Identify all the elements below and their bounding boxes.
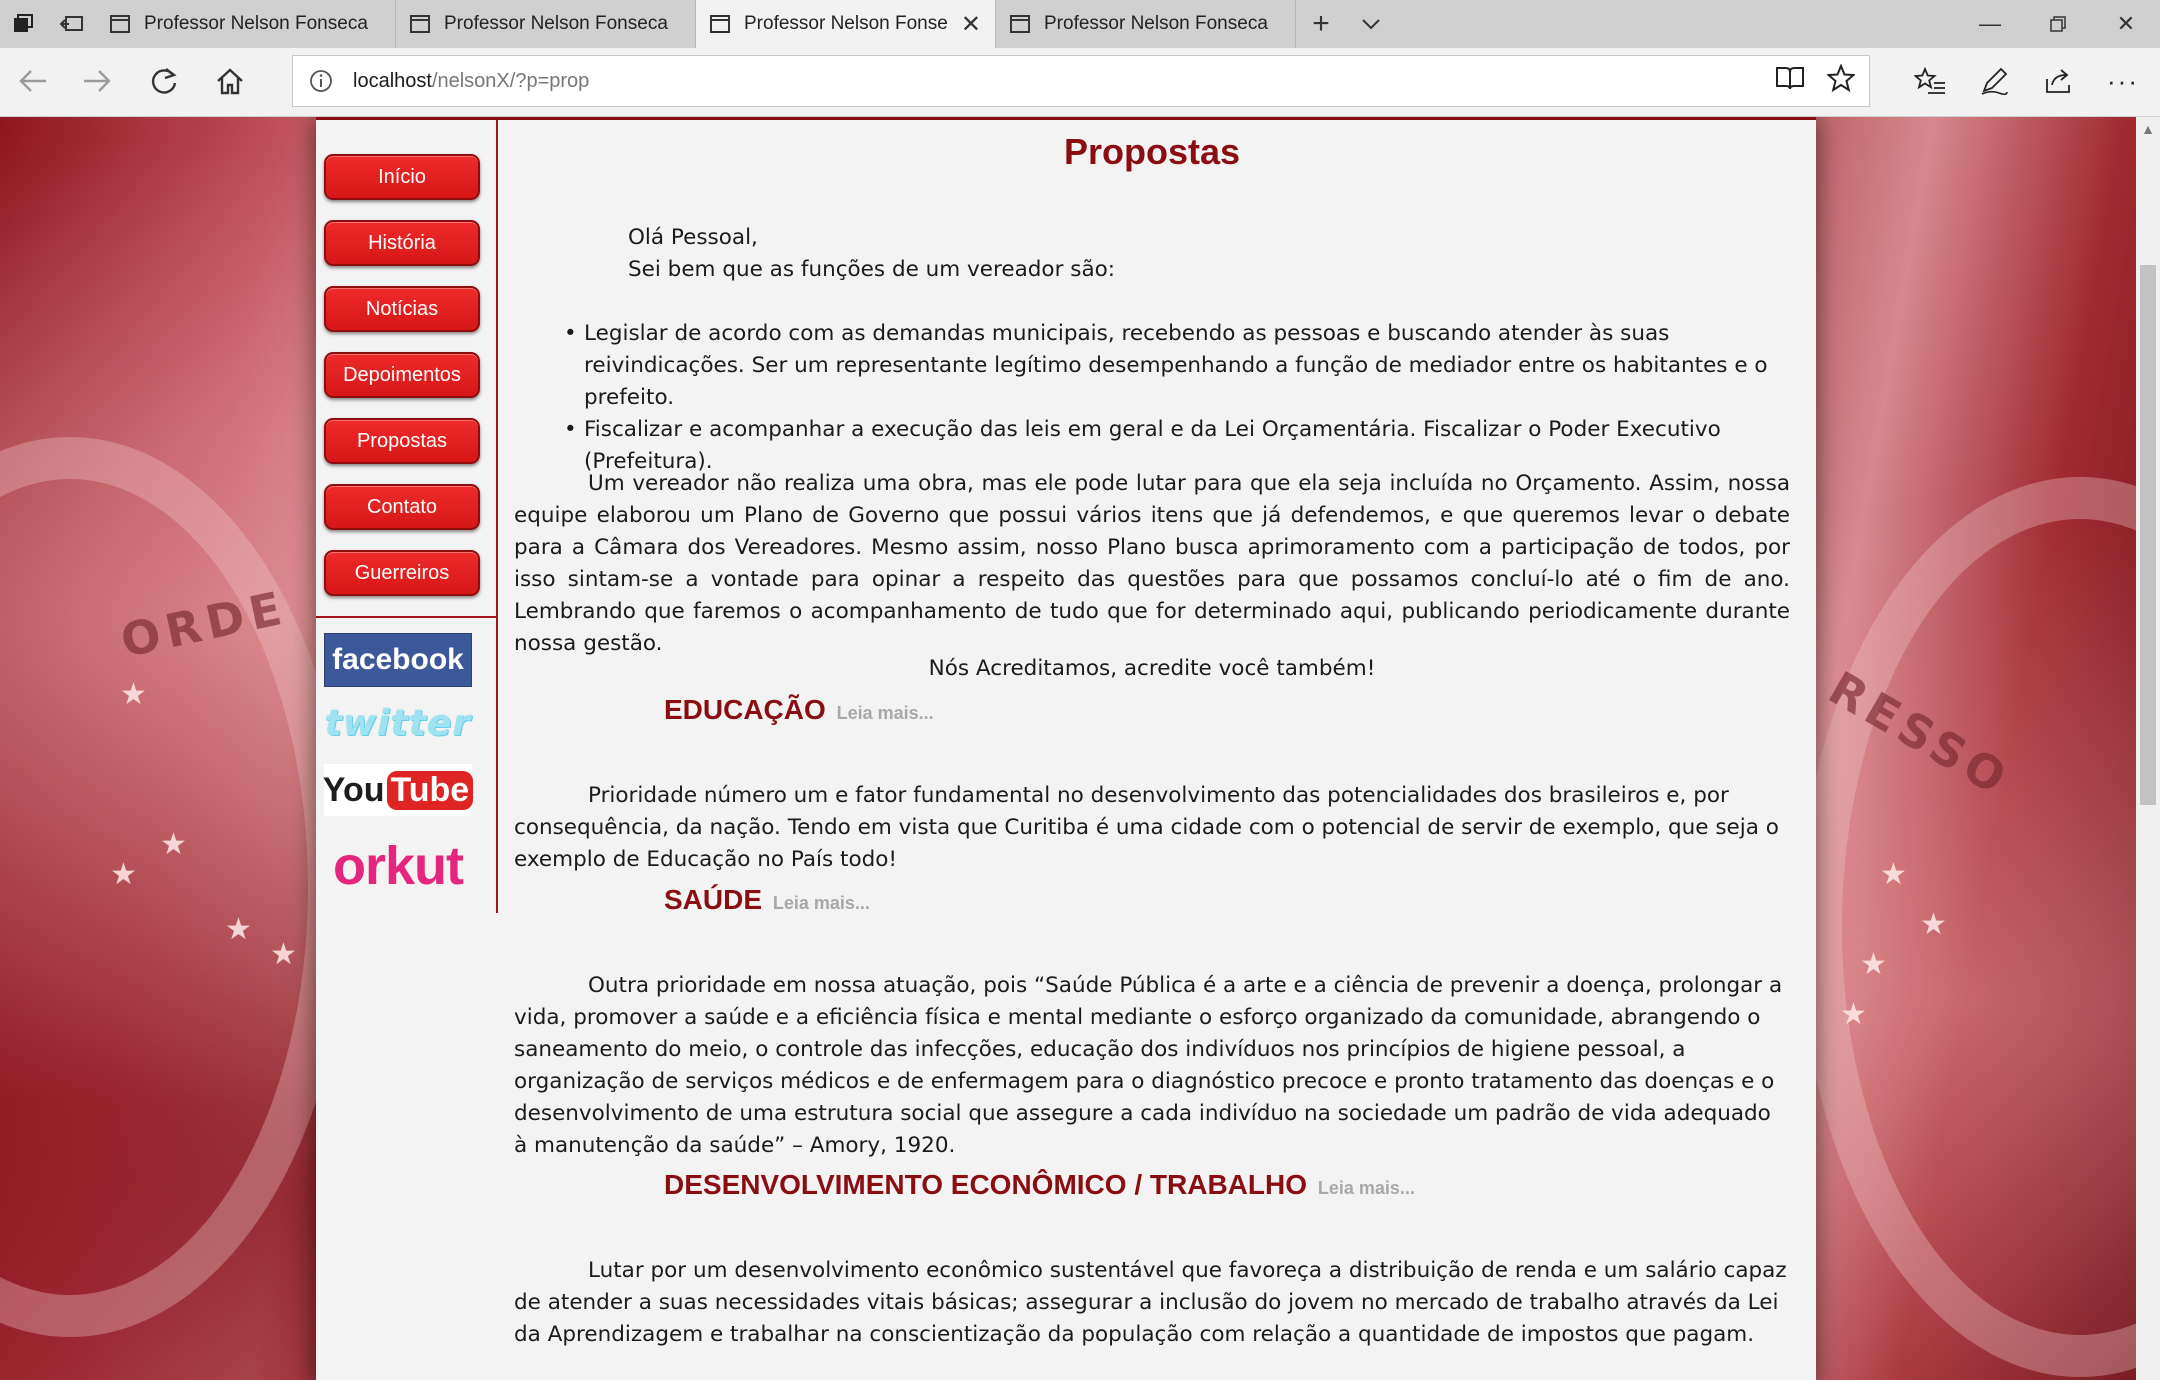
refresh-icon[interactable]: [141, 58, 187, 104]
close-window-icon[interactable]: ✕: [2092, 0, 2160, 48]
navigation-bar: localhost/nelsonX/?p=prop ···: [0, 48, 2160, 117]
menu-historia-button[interactable]: História: [324, 220, 480, 266]
section-title: SAÚDE: [664, 884, 763, 915]
browser-tab-active[interactable]: Professor Nelson Fonse ✕: [696, 0, 996, 48]
slogan: Nós Acreditamos, acredite você também!: [928, 656, 1376, 681]
star-decoration: ★: [1920, 908, 1947, 941]
star-decoration: ★: [160, 828, 187, 861]
restore-icon[interactable]: [2024, 0, 2092, 48]
flag-background-decoration: [1800, 477, 2136, 1377]
menu-depoimentos-button[interactable]: Depoimentos: [324, 352, 480, 398]
youtube-logo-you: You: [322, 770, 385, 809]
read-more-link[interactable]: Leia mais...: [837, 703, 934, 723]
page-icon: [110, 15, 130, 33]
tab-title: Professor Nelson Fonseca: [144, 13, 368, 34]
scrollbar-thumb[interactable]: [2140, 265, 2156, 805]
duties-list: Legislar de acordo com as demandas munic…: [554, 318, 1802, 478]
section-text-desenvolvimento: Lutar por um desenvolvimento econômico s…: [514, 1258, 1787, 1347]
menu-noticias-button[interactable]: Notícias: [324, 286, 480, 332]
menu-guerreiros-button[interactable]: Guerreiros: [324, 550, 480, 596]
read-more-link[interactable]: Leia mais...: [1318, 1178, 1415, 1198]
back-icon[interactable]: [10, 58, 56, 104]
minimize-icon[interactable]: —: [1956, 0, 2024, 48]
flag-background-decoration: [0, 437, 350, 1337]
url-host: localhost: [353, 69, 432, 92]
reading-view-icon[interactable]: [1775, 65, 1805, 97]
star-decoration: ★: [1840, 998, 1867, 1031]
url-path: /nelsonX/?p=prop: [431, 69, 590, 92]
share-icon[interactable]: [2036, 58, 2082, 104]
address-bar[interactable]: localhost/nelsonX/?p=prop: [292, 55, 1870, 107]
page-icon: [710, 15, 730, 33]
section-title: DESENVOLVIMENTO ECONÔMICO / TRABALHO: [664, 1169, 1307, 1200]
greeting: Olá Pessoal, Sei bem que as funções de u…: [628, 222, 1115, 286]
star-decoration: ★: [1880, 858, 1907, 891]
star-decoration: ★: [110, 858, 137, 891]
sidebar: Início História Notícias Depoimentos Pro…: [316, 120, 498, 913]
star-decoration: ★: [270, 938, 297, 971]
star-decoration: ★: [225, 913, 252, 946]
tab-title: Professor Nelson Fonse: [744, 13, 947, 34]
section-title: EDUCAÇÃO: [664, 694, 826, 725]
new-tab-icon[interactable]: +: [1296, 0, 1346, 48]
twitter-link[interactable]: twitter: [324, 703, 472, 744]
youtube-logo-tube: Tube: [386, 770, 474, 810]
window-controls: — ✕: [1956, 0, 2160, 48]
browser-tab[interactable]: Professor Nelson Fonseca: [96, 0, 396, 48]
intro-paragraph: Um vereador não realiza uma obra, mas el…: [514, 471, 1790, 656]
pen-icon[interactable]: [1971, 58, 2017, 104]
sidebar-divider: [316, 616, 496, 618]
home-icon[interactable]: [207, 58, 253, 104]
browser-tab[interactable]: Professor Nelson Fonseca: [996, 0, 1296, 48]
section-heading-educacao: EDUCAÇÃO Leia mais...: [664, 694, 934, 729]
close-tab-icon[interactable]: ✕: [961, 10, 981, 39]
page-icon: [1010, 15, 1030, 33]
section-heading-saude: SAÚDE Leia mais...: [664, 884, 870, 919]
greeting-line: Olá Pessoal,: [628, 225, 758, 250]
star-icon[interactable]: [1825, 63, 1857, 98]
info-icon[interactable]: [309, 69, 333, 93]
facebook-link[interactable]: facebook: [324, 633, 472, 687]
menu-contato-button[interactable]: Contato: [324, 484, 480, 530]
greeting-line: Sei bem que as funções de um vereador sã…: [628, 257, 1116, 282]
chevron-down-icon[interactable]: [1346, 0, 1396, 48]
youtube-link[interactable]: You Tube: [322, 764, 474, 816]
section-text-educacao: Prioridade número um e fator fundamental…: [514, 783, 1779, 872]
page-viewport: ORDE RESSO ★ ★ ★ ★ ★ ★ ★ ★ ★ Início Hist…: [0, 117, 2136, 1380]
menu-propostas-button[interactable]: Propostas: [324, 418, 480, 464]
set-aside-tabs-icon[interactable]: [48, 0, 96, 48]
orkut-link[interactable]: orkut: [324, 836, 472, 896]
star-decoration: ★: [1860, 948, 1887, 981]
scroll-up-icon[interactable]: ▲: [2136, 117, 2160, 141]
tab-title: Professor Nelson Fonseca: [444, 13, 668, 34]
tab-bar: Professor Nelson Fonseca Professor Nelso…: [0, 0, 2160, 48]
read-more-link[interactable]: Leia mais...: [773, 893, 870, 913]
star-decoration: ★: [120, 678, 147, 711]
section-text-saude: Outra prioridade em nossa atuação, pois …: [514, 973, 1783, 1158]
tab-title: Professor Nelson Fonseca: [1044, 13, 1268, 34]
main-container: Início História Notícias Depoimentos Pro…: [316, 117, 1816, 1380]
forward-icon[interactable]: [74, 58, 120, 104]
page-icon: [410, 15, 430, 33]
list-item: Legislar de acordo com as demandas munic…: [564, 318, 1802, 414]
browser-tab[interactable]: Professor Nelson Fonseca: [396, 0, 696, 48]
menu-inicio-button[interactable]: Início: [324, 154, 480, 200]
page-title: Propostas: [1063, 131, 1241, 172]
more-icon[interactable]: ···: [2100, 58, 2146, 104]
favorites-icon[interactable]: [1907, 58, 1953, 104]
section-heading-desenvolvimento: DESENVOLVIMENTO ECONÔMICO / TRABALHO Lei…: [664, 1169, 1415, 1204]
page-scrollbar[interactable]: ▲: [2136, 117, 2160, 1380]
tab-manager-icon[interactable]: [0, 0, 48, 48]
